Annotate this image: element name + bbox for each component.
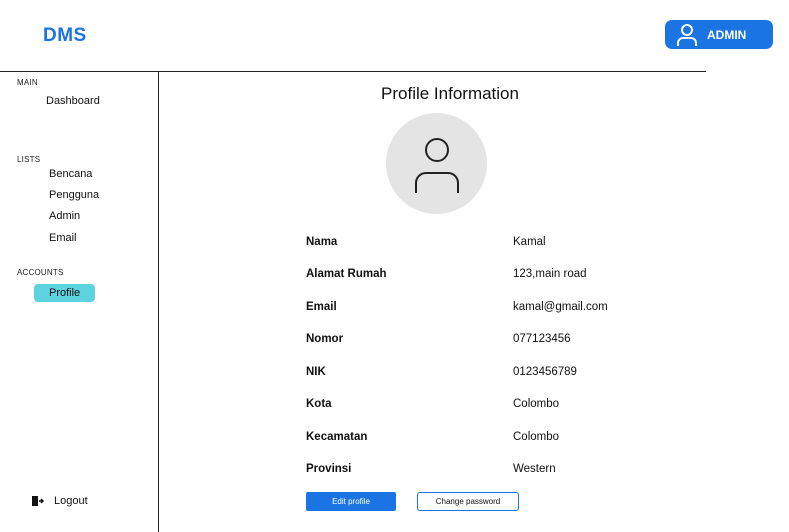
field-value: Colombo	[513, 431, 560, 443]
change-password-button[interactable]: Change password	[417, 492, 519, 511]
field-label: Nomor	[306, 333, 344, 345]
logout-label: Logout	[54, 495, 88, 507]
logout-icon	[32, 496, 44, 506]
field-label: Kota	[306, 398, 332, 410]
field-row-nik: NIK 0123456789	[306, 366, 726, 384]
field-value: Colombo	[513, 398, 560, 410]
field-row-kecamatan: Kecamatan Colombo	[306, 431, 726, 449]
section-main-label: MAIN	[17, 78, 38, 87]
sidebar-item-pengguna[interactable]: Pengguna	[49, 189, 99, 201]
field-row-kota: Kota Colombo	[306, 398, 726, 416]
field-label: Provinsi	[306, 463, 352, 475]
field-value: Western	[513, 463, 556, 475]
field-row-alamat: Alamat Rumah 123,main road	[306, 268, 726, 286]
section-accounts-label: ACCOUNTS	[17, 268, 64, 277]
profile-panel: Profile Information Nama Kamal Alamat Ru…	[160, 72, 789, 532]
field-label: Alamat Rumah	[306, 268, 387, 280]
user-icon	[677, 23, 697, 46]
field-value: 0123456789	[513, 366, 577, 378]
section-lists-label: LISTS	[17, 155, 41, 164]
field-row-nomor: Nomor 077123456	[306, 333, 726, 351]
logout-button[interactable]: Logout	[32, 495, 88, 507]
sidebar-item-admin[interactable]: Admin	[49, 210, 80, 222]
field-label: Nama	[306, 236, 338, 248]
field-row-nama: Nama Kamal	[306, 236, 726, 254]
admin-user-button[interactable]: ADMIN	[665, 20, 773, 49]
edit-profile-button[interactable]: Edit profile	[306, 492, 396, 511]
field-row-provinsi: Provinsi Western	[306, 463, 726, 481]
sidebar-item-dashboard[interactable]: Dashboard	[46, 95, 100, 107]
field-value: 123,main road	[513, 268, 587, 280]
sidebar-item-profile[interactable]: Profile	[34, 284, 96, 302]
app-header: DMS ADMIN	[0, 0, 789, 72]
field-row-email: Email kamal@gmail.com	[306, 301, 726, 319]
avatar	[386, 113, 487, 214]
field-label: NIK	[306, 366, 326, 378]
user-icon	[414, 137, 459, 193]
page-title: Profile Information	[381, 84, 519, 103]
field-label: Kecamatan	[306, 431, 368, 443]
sidebar: MAIN Dashboard LISTS Bencana Pengguna Ad…	[0, 72, 159, 532]
app-logo[interactable]: DMS	[43, 25, 87, 47]
field-label: Email	[306, 301, 337, 313]
sidebar-item-bencana[interactable]: Bencana	[49, 168, 92, 180]
sidebar-item-email[interactable]: Email	[49, 232, 77, 244]
field-value: Kamal	[513, 236, 546, 248]
field-value: 077123456	[513, 333, 571, 345]
admin-button-label: ADMIN	[707, 27, 747, 42]
field-value: kamal@gmail.com	[513, 301, 608, 313]
